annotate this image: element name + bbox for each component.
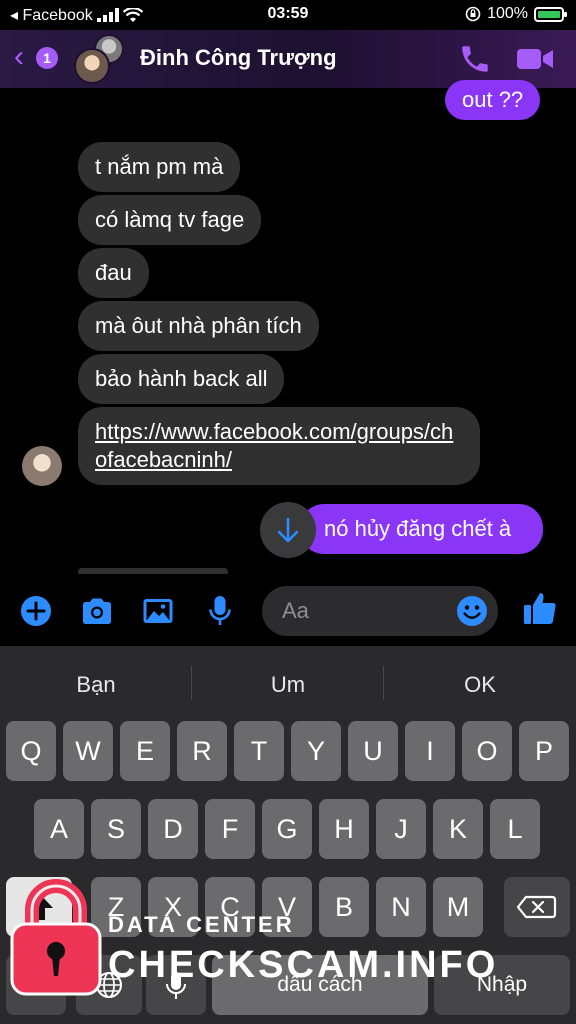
key-s[interactable]: S	[91, 799, 141, 859]
message-input-container[interactable]	[262, 586, 498, 636]
message-bubble-incoming[interactable]: mà ôut nhà phân tích	[78, 301, 319, 351]
backspace-key[interactable]	[504, 877, 570, 937]
message-bubble-incoming[interactable]: t nắm pm mà	[78, 142, 241, 192]
lock-icon	[10, 879, 102, 996]
key-f[interactable]: F	[205, 799, 255, 859]
message-bubble-incoming[interactable]: bảo hành back all	[78, 354, 285, 404]
message-bubble-incoming[interactable]: đau	[78, 248, 149, 298]
avatar	[74, 48, 110, 84]
video-call-icon[interactable]	[515, 44, 555, 74]
message-bubble-outgoing[interactable]: nó hủy đăng chết à	[300, 504, 543, 554]
key-d[interactable]: D	[148, 799, 198, 859]
key-b[interactable]: B	[319, 877, 369, 937]
key-r[interactable]: R	[177, 721, 227, 781]
emoji-icon[interactable]	[456, 595, 488, 627]
back-chevron-icon[interactable]: ‹	[14, 42, 24, 72]
phone-icon[interactable]	[458, 42, 492, 76]
key-j[interactable]: J	[376, 799, 426, 859]
key-n[interactable]: N	[376, 877, 426, 937]
backspace-icon	[516, 895, 557, 919]
message-bubble-outgoing[interactable]: out ??	[445, 80, 541, 120]
key-t[interactable]: T	[234, 721, 284, 781]
message-bubble-incoming[interactable]: có làmq tv fage	[78, 195, 262, 245]
key-k[interactable]: K	[433, 799, 483, 859]
message-link[interactable]: https://www.facebook.com/groups/chofaceb…	[95, 419, 453, 472]
contact-name[interactable]: Đinh Công Trượng	[140, 45, 337, 71]
arrow-down-icon	[277, 517, 299, 543]
suggestion-item[interactable]: Bạn	[0, 672, 192, 698]
key-u[interactable]: U	[348, 721, 398, 781]
key-l[interactable]: L	[490, 799, 540, 859]
key-a[interactable]: A	[34, 799, 84, 859]
contact-avatar[interactable]	[74, 34, 126, 86]
sender-avatar[interactable]	[22, 446, 62, 486]
key-q[interactable]: Q	[6, 721, 56, 781]
thumbs-up-icon[interactable]	[521, 590, 559, 628]
message-input[interactable]	[282, 598, 452, 624]
microphone-icon[interactable]	[203, 594, 237, 628]
key-p[interactable]: P	[519, 721, 569, 781]
watermark-subtitle: DATA CENTER	[108, 912, 295, 937]
key-y[interactable]: Y	[291, 721, 341, 781]
unread-count-badge[interactable]: 1	[36, 47, 58, 69]
key-m[interactable]: M	[433, 877, 483, 937]
suggestion-bar: Bạn Um OK	[0, 646, 576, 720]
scroll-to-bottom-button[interactable]	[260, 502, 316, 558]
status-bar: ◂ Facebook 03:59 100%	[0, 0, 576, 30]
key-h[interactable]: H	[319, 799, 369, 859]
orientation-lock-icon	[465, 6, 481, 22]
message-text: nó hủy đăng chết à	[324, 516, 512, 541]
suggestion-item[interactable]: OK	[384, 672, 576, 698]
suggestion-item[interactable]: Um	[192, 672, 384, 698]
message-composer	[0, 574, 576, 646]
status-right: 100%	[465, 5, 567, 23]
battery-percent: 100%	[487, 5, 528, 22]
key-o[interactable]: O	[462, 721, 512, 781]
plus-icon[interactable]	[19, 594, 53, 628]
key-g[interactable]: G	[262, 799, 312, 859]
key-e[interactable]: E	[120, 721, 170, 781]
gallery-icon[interactable]	[141, 594, 175, 628]
battery-icon	[534, 6, 567, 22]
camera-icon[interactable]	[80, 594, 114, 628]
key-i[interactable]: I	[405, 721, 455, 781]
watermark-title: CHECKSCAM.INFO	[108, 944, 499, 986]
key-w[interactable]: W	[63, 721, 113, 781]
message-bubble-link[interactable]: https://www.facebook.com/groups/chofaceb…	[78, 407, 480, 485]
